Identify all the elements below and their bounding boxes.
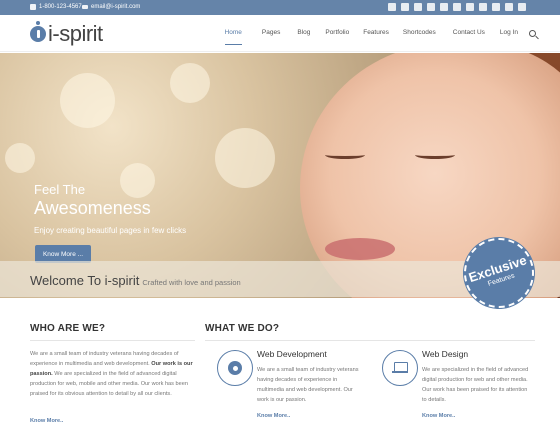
flickr-icon[interactable]: [466, 3, 474, 11]
nav-item-contact-us[interactable]: Contact Us: [453, 29, 485, 36]
hero-caption: Feel The Awesomeness Enjoy creating beau…: [34, 182, 186, 235]
what-divider: [205, 340, 535, 341]
youtube-icon[interactable]: [453, 3, 461, 11]
email-address: email@i-spirit.com: [91, 4, 141, 10]
search-icon[interactable]: [529, 30, 536, 37]
who-text: We are a small team of industry veterans…: [30, 349, 195, 399]
bokeh-light: [215, 128, 275, 188]
hero-title: Awesomeness: [34, 198, 151, 218]
service-text-web-development: We are a small team of industry veterans…: [257, 367, 359, 403]
welcome-tagline: Crafted with love and passion: [142, 278, 241, 287]
what-section-title: WHAT WE DO?: [205, 323, 280, 334]
phone-icon: [30, 4, 36, 10]
service-icon-web-development: [217, 350, 253, 386]
hero-photo-eye: [415, 151, 455, 159]
nav-item-pages[interactable]: Pages: [262, 29, 280, 36]
linkedin-icon[interactable]: [440, 3, 448, 11]
phone-contact[interactable]: 1-800-123-4567: [30, 4, 82, 10]
envelope-icon: [82, 5, 88, 9]
vimeo-icon[interactable]: [479, 3, 487, 11]
rss-icon[interactable]: [518, 3, 526, 11]
top-bar: 1-800-123-4567 email@i-spirit.com: [0, 0, 560, 15]
phone-number: 1-800-123-4567: [39, 4, 82, 10]
who-know-more-link[interactable]: Know More..: [30, 418, 63, 424]
who-section-title: WHO ARE WE?: [30, 323, 106, 334]
email-contact[interactable]: email@i-spirit.com: [82, 4, 140, 10]
laptop-icon: [392, 362, 408, 374]
hero-subtitle: Enjoy creating beautiful pages in few cl…: [34, 226, 187, 235]
site-header: i-spirit Home Pages Blog Portfolio Featu…: [0, 15, 560, 52]
nav-item-blog[interactable]: Blog: [297, 29, 310, 36]
who-text-end: We are specialized in the field of advan…: [30, 371, 188, 397]
hero-photo-eye: [325, 151, 365, 159]
bokeh-light: [5, 143, 35, 173]
nav-item-shortcodes[interactable]: Shortcodes: [403, 29, 436, 36]
nav-item-log-in[interactable]: Log In: [500, 29, 518, 36]
bokeh-light: [60, 73, 115, 128]
logo-text: i-spirit: [48, 21, 103, 46]
google-plus-icon[interactable]: [427, 3, 435, 11]
instagram-icon[interactable]: [492, 3, 500, 11]
gear-icon: [228, 361, 242, 375]
bokeh-light: [170, 63, 210, 103]
logo-mark-icon: [30, 21, 46, 42]
service-icon-web-design: [382, 350, 418, 386]
main-nav: Home Pages Blog Portfolio Features Short…: [224, 29, 534, 45]
hero-kicker: Feel The: [34, 182, 86, 197]
who-divider: [30, 340, 195, 341]
service-know-more-link-web-development[interactable]: Know More..: [257, 413, 290, 419]
service-title-web-design: Web Design: [422, 349, 469, 359]
hero-photo-lips: [325, 238, 395, 260]
facebook-icon[interactable]: [401, 3, 409, 11]
twitter-icon[interactable]: [388, 3, 396, 11]
nav-item-home[interactable]: Home: [224, 29, 243, 45]
nav-item-features[interactable]: Features: [363, 29, 389, 36]
service-know-more-link-web-design[interactable]: Know More..: [422, 413, 455, 419]
service-text-web-design: We are specialized in the field of advan…: [422, 367, 529, 403]
nav-item-portfolio[interactable]: Portfolio: [325, 29, 349, 36]
social-links: [388, 3, 526, 11]
welcome-title: Welcome To i-spirit Crafted with love and…: [30, 273, 241, 288]
site-logo[interactable]: i-spirit: [30, 21, 103, 47]
service-title-web-development: Web Development: [257, 349, 327, 359]
pinterest-icon[interactable]: [505, 3, 513, 11]
welcome-heading: Welcome To i-spirit: [30, 273, 140, 288]
skype-icon[interactable]: [414, 3, 422, 11]
